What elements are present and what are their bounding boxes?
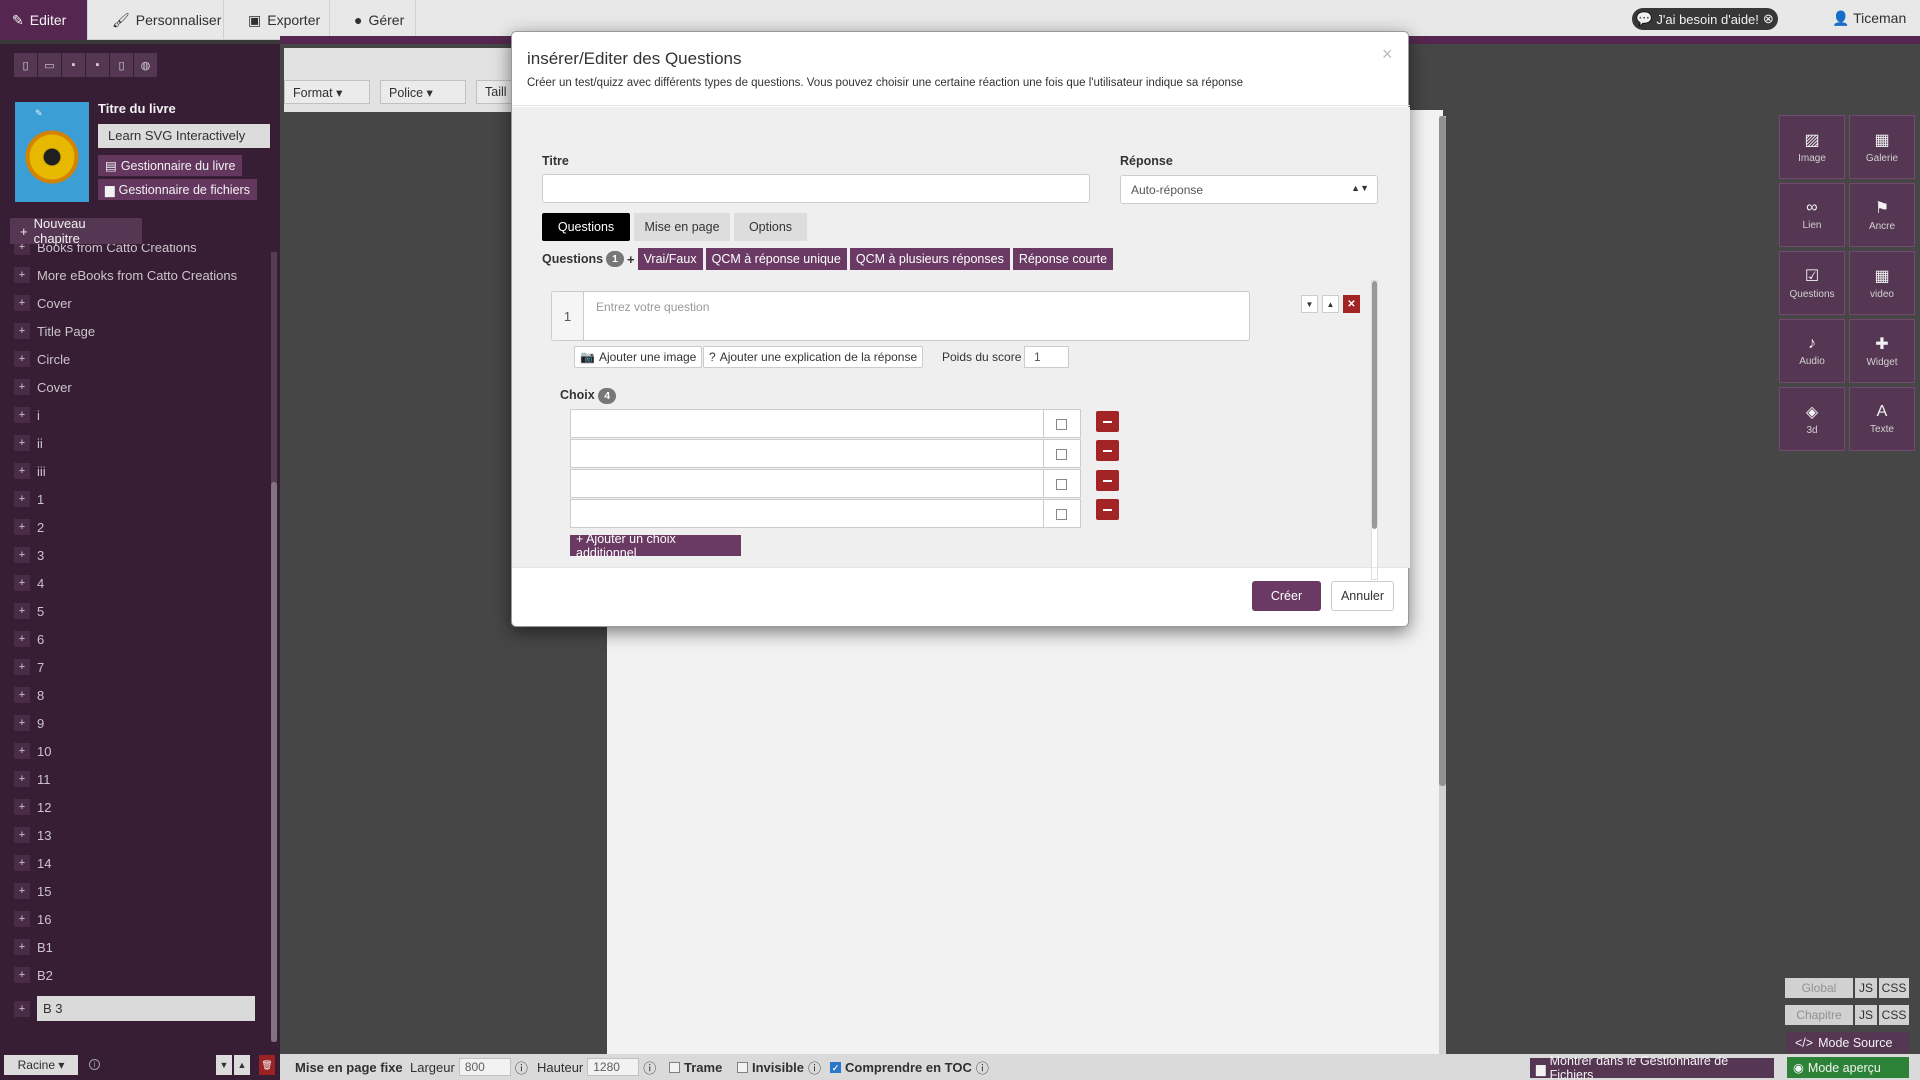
choices-count-badge: 4 bbox=[598, 388, 617, 404]
question-circle-icon: ? bbox=[709, 350, 716, 364]
close-icon[interactable]: × bbox=[1382, 44, 1393, 65]
response-select[interactable]: Auto-réponse ▲▼ bbox=[1120, 175, 1378, 204]
questions-label: Questions bbox=[542, 252, 604, 266]
question-type-row: Questions 1 + Vrai/Faux QCM à réponse un… bbox=[542, 248, 1114, 270]
move-down-button[interactable]: ▼ bbox=[1301, 295, 1318, 313]
choices-label: Choix 4 bbox=[560, 388, 617, 404]
add-image-button[interactable]: 📷 Ajouter une image bbox=[574, 346, 703, 368]
tab-options[interactable]: Options bbox=[734, 213, 807, 241]
choice-checkbox[interactable] bbox=[1056, 419, 1067, 430]
question-placeholder: Entrez votre question bbox=[596, 300, 710, 314]
choice-input[interactable] bbox=[570, 409, 1081, 438]
response-label: Réponse bbox=[1120, 154, 1173, 168]
plus-icon: + bbox=[626, 251, 635, 267]
score-weight-input[interactable]: 1 bbox=[1024, 346, 1069, 368]
sort-icon: ▲▼ bbox=[1351, 183, 1369, 193]
add-true-false-button[interactable]: Vrai/Faux bbox=[637, 248, 703, 270]
add-explanation-button[interactable]: ? Ajouter une explication de la réponse bbox=[703, 346, 924, 368]
score-weight-label: Poids du score bbox=[942, 350, 1022, 364]
title-label: Titre bbox=[542, 154, 569, 168]
question-input[interactable]: 1 Entrez votre question bbox=[551, 291, 1250, 341]
tab-layout[interactable]: Mise en page bbox=[634, 213, 730, 241]
choice-checkbox[interactable] bbox=[1056, 479, 1067, 490]
question-number: 1 bbox=[552, 292, 584, 340]
questions-dialog: insérer/Editer des Questions Créer un te… bbox=[511, 31, 1410, 627]
choice-correct-toggle bbox=[1043, 440, 1080, 467]
add-choice-button[interactable]: + Ajouter un choix additionnel bbox=[570, 532, 741, 560]
choice-checkbox[interactable] bbox=[1056, 449, 1067, 460]
choice-correct-toggle bbox=[1043, 470, 1080, 497]
add-short-answer-button[interactable]: Réponse courte bbox=[1012, 248, 1114, 270]
move-up-button[interactable]: ▲ bbox=[1322, 295, 1339, 313]
add-multiple-choice-button[interactable]: QCM à plusieurs réponses bbox=[849, 248, 1010, 270]
scrollbar-thumb[interactable] bbox=[1372, 281, 1377, 529]
dialog-title: insérer/Editer des Questions bbox=[527, 49, 742, 68]
questions-count-badge: 1 bbox=[606, 251, 624, 267]
delete-question-button[interactable]: ✕ bbox=[1343, 295, 1360, 313]
cancel-button[interactable]: Annuler bbox=[1331, 581, 1394, 611]
dialog-header: insérer/Editer des Questions Créer un te… bbox=[512, 32, 1410, 106]
dialog-subtitle: Créer un test/quizz avec différents type… bbox=[527, 77, 1244, 89]
remove-choice-button[interactable] bbox=[1096, 470, 1119, 491]
remove-choice-button[interactable] bbox=[1096, 411, 1119, 432]
camera-icon: 📷 bbox=[580, 350, 595, 364]
choice-checkbox[interactable] bbox=[1056, 509, 1067, 520]
tab-questions[interactable]: Questions bbox=[542, 213, 630, 241]
choice-input[interactable] bbox=[570, 439, 1081, 468]
choice-correct-toggle bbox=[1043, 410, 1080, 437]
dialog-body: Titre Réponse Auto-réponse ▲▼ Questions M… bbox=[512, 107, 1410, 580]
choice-input[interactable] bbox=[570, 499, 1081, 528]
remove-choice-button[interactable] bbox=[1096, 499, 1119, 520]
add-single-choice-button[interactable]: QCM à réponse unique bbox=[705, 248, 847, 270]
dialog-scrollbar[interactable] bbox=[1371, 280, 1378, 580]
choice-correct-toggle bbox=[1043, 500, 1080, 527]
create-button[interactable]: Créer bbox=[1252, 581, 1321, 611]
choice-input[interactable] bbox=[570, 469, 1081, 498]
title-input[interactable] bbox=[542, 174, 1090, 203]
remove-choice-button[interactable] bbox=[1096, 440, 1119, 461]
